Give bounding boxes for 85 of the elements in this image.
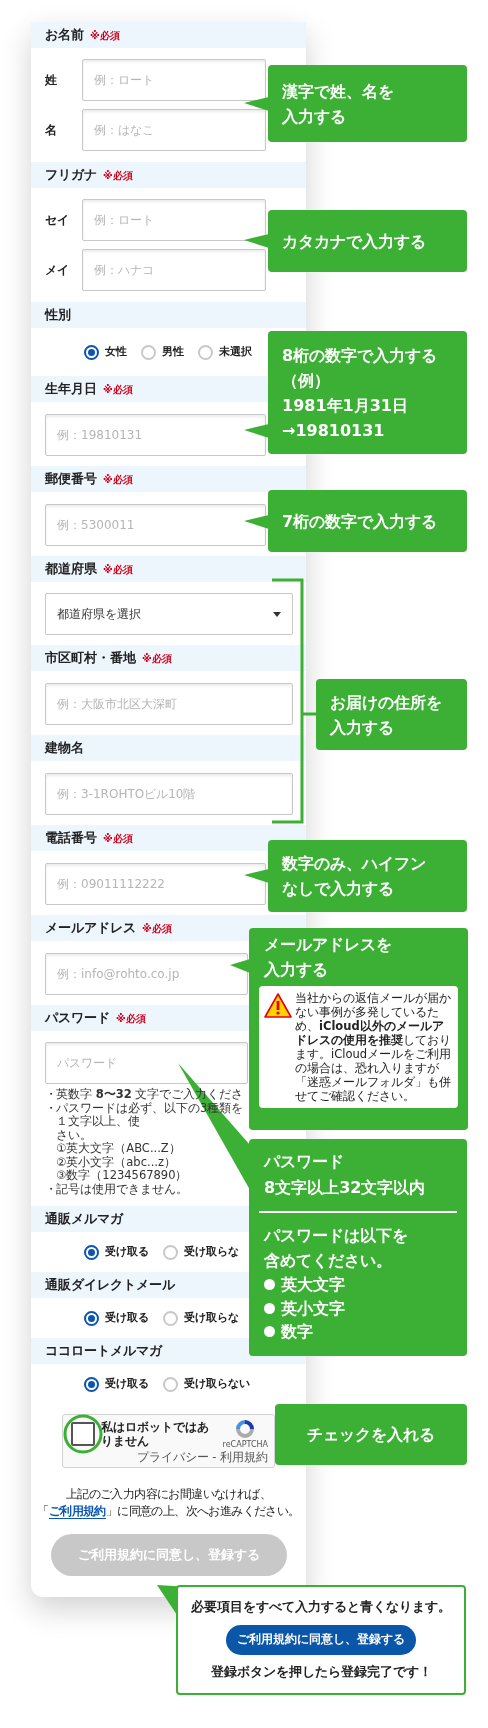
callout-text: チェックを入れる xyxy=(307,1424,435,1446)
rule-item: 数字 xyxy=(281,1321,313,1344)
callout-text: →19810131 xyxy=(282,419,386,442)
section-label: 性別 xyxy=(45,306,71,325)
callout-text: 入力する xyxy=(282,105,347,128)
callout-text: メールアドレスを xyxy=(263,934,393,956)
radio-label: 受け取る xyxy=(105,1375,149,1392)
radio-label: 受け取らな xyxy=(184,1243,239,1260)
radio-label: 男性 xyxy=(162,343,184,360)
terms-link[interactable]: ご利用規約 xyxy=(48,1504,106,1519)
register-button-sample: ご利用規約に同意し、登録する xyxy=(226,1625,416,1655)
password-note: 記号は使用できません。 xyxy=(56,1182,189,1196)
callout-text: なしで入力する xyxy=(282,878,395,900)
note-bullet: ・ xyxy=(45,1182,56,1196)
section-label: パスワード xyxy=(45,1009,110,1028)
callout-text: 1981年1月31日 xyxy=(282,394,409,417)
required-mark: ※必須 xyxy=(142,921,172,936)
password-note: ③数字（1234567890） xyxy=(56,1169,189,1183)
radio-label: 受け取らない xyxy=(184,1375,250,1392)
callout-text: お届けの住所を xyxy=(330,691,443,714)
password-note: ①英大文字（ABC...Z） xyxy=(56,1142,182,1156)
field-label: セイ xyxy=(44,212,70,229)
section-label: 市区町村・番地 xyxy=(45,649,136,668)
callout-text: 含めてください。 xyxy=(264,1250,393,1272)
callout-text: 漢字で姓、名を xyxy=(282,80,395,103)
field-label: 姓 xyxy=(44,72,58,89)
required-mark: ※必須 xyxy=(103,562,133,577)
text-field[interactable]: 例：5300011 xyxy=(45,504,266,546)
section-label: 郵便番号 xyxy=(45,470,97,489)
section-label: 生年月日 xyxy=(45,380,97,399)
callout-text: 8桁の数字で入力する xyxy=(282,344,439,367)
warning-text: 当社からの返信メールが届かない事例が多発しているため、iCloud以外のメールアドレスの使用を推奨しております。iCloudメールをご利用の場合は、恐れ入りますが「迷惑メールフォルダ」も併せてご確認ください。 xyxy=(295,991,453,1103)
callout-text: 入力する xyxy=(330,716,395,739)
prefecture-select[interactable]: 都道府県を選択 xyxy=(45,593,293,635)
agreement-text: 上記のご入力内容にお間違いなければ、 「ご利用規約」に同意の上、次へお進みください。 xyxy=(36,1486,301,1520)
required-mark: ※必須 xyxy=(103,472,133,487)
section-label: 建物名 xyxy=(45,739,84,758)
note-bullet: ・ xyxy=(45,1101,56,1115)
text-field[interactable]: 例：09011112222 xyxy=(45,863,266,905)
text-field[interactable]: 例：大阪市北区大深町 xyxy=(45,683,293,725)
text-field[interactable]: 例：info@rohto.co.jp xyxy=(45,953,248,995)
radio-label: 受け取らな xyxy=(184,1309,239,1326)
callout-text: パスワード xyxy=(264,1151,345,1173)
radio-label: 受け取る xyxy=(105,1309,149,1326)
required-mark: ※必須 xyxy=(103,382,133,397)
radio-label: 未選択 xyxy=(219,343,252,360)
text-field[interactable]: 例：ハナコ xyxy=(82,249,266,291)
text-field[interactable]: パスワード xyxy=(45,1042,248,1084)
required-mark: ※必須 xyxy=(103,831,133,846)
required-mark: ※必須 xyxy=(142,651,172,666)
text-field[interactable]: 例：19810131 xyxy=(45,414,266,456)
password-note: ②英小文字（abc...z） xyxy=(56,1155,177,1169)
section-label: 電話番号 xyxy=(45,829,97,848)
captcha-brand: reCAPTCHA xyxy=(222,1440,268,1450)
captcha-label: 私はロボットではありません xyxy=(101,1420,210,1448)
section-label: 通販ダイレクトメール xyxy=(45,1276,175,1295)
callout-text: 数字のみ、ハイフン xyxy=(282,853,427,875)
radio-label: 女性 xyxy=(105,343,127,360)
text-field[interactable]: 例：3-1ROHTOビル10階 xyxy=(45,773,293,815)
section-label: お名前 xyxy=(45,26,84,45)
callout-text: 7桁の数字で入力する xyxy=(282,510,439,533)
required-mark: ※必須 xyxy=(116,1011,146,1026)
rule-item: 英大文字 xyxy=(281,1274,345,1297)
field-label: メイ xyxy=(44,262,70,279)
callout-text: 8文字以上32文字以内 xyxy=(264,1177,427,1199)
callout-text: （例） xyxy=(282,369,331,392)
rule-item: 英小文字 xyxy=(281,1297,345,1320)
captcha-links[interactable]: プライバシー - 利用規約 xyxy=(136,1450,268,1464)
callout-text: 登録ボタンを押したら登録完了です！ xyxy=(210,1663,432,1681)
radio-label: 受け取る xyxy=(105,1243,149,1260)
section-label: フリガナ xyxy=(45,166,97,185)
callout-text: カタカナで入力する xyxy=(282,230,427,253)
callout-text: パスワードは以下を xyxy=(264,1225,409,1247)
section-label: 都道府県 xyxy=(45,560,97,579)
required-mark: ※必須 xyxy=(103,168,133,183)
text-field[interactable]: 例：はなこ xyxy=(82,109,266,151)
note-bullet: ・ xyxy=(45,1088,56,1102)
password-note: さい。 xyxy=(56,1128,93,1142)
callout-text: 入力する xyxy=(263,959,329,981)
field-label: 名 xyxy=(44,122,58,139)
callout-text: 必要項目をすべて入力すると青くなります。 xyxy=(191,1598,451,1617)
section-label: ココロートメルマガ xyxy=(45,1342,162,1361)
required-mark: ※必須 xyxy=(90,28,120,43)
section-label: メールアドレス xyxy=(45,919,136,938)
section-label: 通販メルマガ xyxy=(45,1210,123,1229)
